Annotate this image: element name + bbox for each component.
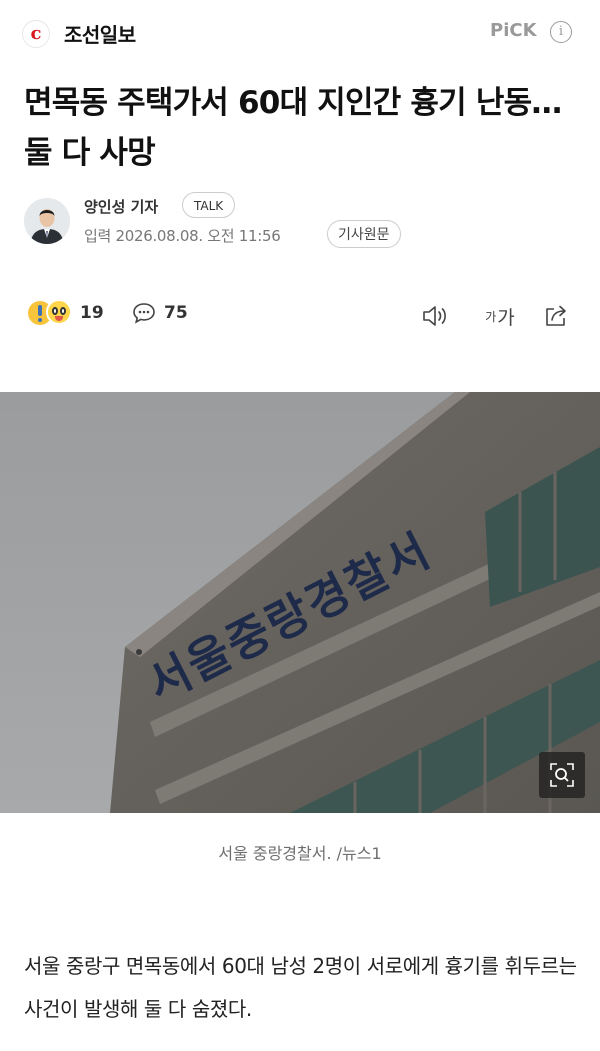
font-size-small-label: 가 <box>485 309 497 324</box>
avatar-portrait-icon <box>24 198 70 244</box>
author-avatar[interactable] <box>24 198 70 244</box>
photo-zoom-button[interactable] <box>539 752 585 798</box>
font-size-large-label: 가 <box>497 306 515 329</box>
info-icon[interactable]: i <box>550 21 572 43</box>
comment-button[interactable]: 75 <box>132 302 188 324</box>
read-aloud-button[interactable] <box>420 302 452 330</box>
article-photo[interactable]: 서울중랑경찰서 <box>0 392 600 813</box>
share-icon <box>546 305 566 326</box>
photo-caption: 서울 중랑경찰서. /뉴스1 <box>218 844 382 863</box>
author-name[interactable]: 양인성 기자 <box>84 196 158 217</box>
logo-glyph: c <box>30 23 42 44</box>
talk-button[interactable]: TALK <box>182 192 236 218</box>
reaction-count: 19 <box>80 303 104 323</box>
reaction-button[interactable]: 19 <box>28 299 104 326</box>
original-article-button[interactable]: 기사원문 <box>327 220 401 248</box>
publisher-name[interactable]: 조선일보 <box>64 19 136 48</box>
comment-bubble-icon <box>133 303 155 324</box>
surprised-emoji-icon <box>46 299 72 325</box>
police-station-building-image: 서울중랑경찰서 <box>0 392 600 813</box>
pick-label[interactable]: PiCK <box>490 20 537 41</box>
publisher-logo-icon[interactable]: c <box>22 20 50 48</box>
font-size-button[interactable]: 가가 <box>482 302 518 330</box>
zoom-magnifier-icon <box>550 763 574 787</box>
top-bar: c 조선일보 PiCK i <box>0 0 600 66</box>
article-body: 서울 중랑구 면목동에서 60대 남성 2명이 서로에게 흉기를 휘두르는 사건… <box>24 954 577 1021</box>
published-date: 입력 2026.08.08. 오전 11:56 <box>84 227 281 245</box>
comment-count: 75 <box>164 303 188 323</box>
share-button[interactable] <box>540 302 574 330</box>
speaker-icon <box>423 306 446 326</box>
article-headline: 면목동 주택가서 60대 지인간 흉기 난동… 둘 다 사망 <box>24 85 562 171</box>
